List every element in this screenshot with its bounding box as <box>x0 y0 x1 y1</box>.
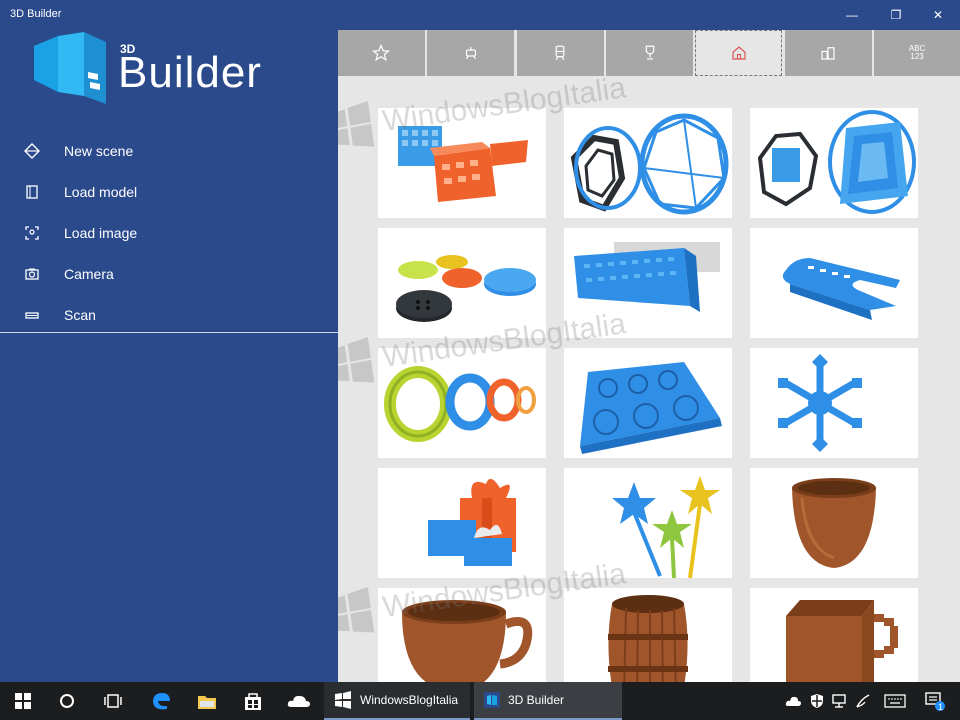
menu-scan[interactable]: Scan <box>0 294 338 335</box>
model-tile-gift-boxes[interactable] <box>378 468 546 578</box>
star-icon <box>372 44 391 62</box>
onedrive-button[interactable] <box>276 682 322 720</box>
maximize-icon: ❐ <box>890 8 902 22</box>
logo-word: Builder <box>118 48 262 97</box>
minimize-icon: — <box>846 8 858 22</box>
windows-start-icon <box>15 693 31 709</box>
camera-icon <box>22 264 42 284</box>
menu-label: Scan <box>64 306 96 323</box>
model-tile-bangles[interactable] <box>378 348 546 458</box>
tray-onedrive[interactable] <box>782 682 804 720</box>
model-tile-barrel-mug[interactable] <box>564 588 732 682</box>
task-view-icon <box>104 694 122 708</box>
scan-icon <box>22 305 42 325</box>
model-tile-phone-stand[interactable] <box>564 228 732 338</box>
tab-vehicles[interactable] <box>516 30 604 76</box>
tray-pen[interactable] <box>852 682 874 720</box>
robot-icon <box>465 47 476 60</box>
tab-characters[interactable] <box>427 30 515 76</box>
folder-icon <box>198 696 216 709</box>
title-bar: 3D Builder — ❐ ✕ <box>0 0 960 30</box>
sidebar: 3D Builder New scene Load model Load ima… <box>0 30 338 682</box>
cloud-icon <box>287 695 310 707</box>
model-tile-wire-ring-blue[interactable] <box>750 108 918 218</box>
home-icon <box>732 46 746 60</box>
menu-label: Load image <box>64 224 138 241</box>
tray-network[interactable] <box>828 682 850 720</box>
store-icon <box>245 693 261 710</box>
cloud-icon <box>785 696 801 706</box>
logo-mark-icon <box>34 32 106 104</box>
model-tile-mug[interactable] <box>378 588 546 682</box>
menu-label: New scene <box>64 142 134 159</box>
model-tile-snowflake[interactable] <box>750 348 918 458</box>
taskbar: WindowsBlogItalia 3D Builder 1 <box>0 682 960 720</box>
keyboard-icon <box>884 694 906 708</box>
windows-logo-icon <box>338 101 375 147</box>
menu-load-model[interactable]: Load model <box>0 171 338 212</box>
minimize-button[interactable]: — <box>830 0 874 30</box>
start-button[interactable] <box>0 682 46 720</box>
menu-label: Load model <box>64 183 138 200</box>
model-tile-emoji-mold[interactable] <box>564 348 732 458</box>
text-icon: ABC 123 <box>909 45 925 61</box>
taskbar-app-windowsblogitalia[interactable]: WindowsBlogItalia <box>324 682 470 720</box>
train-icon <box>555 45 565 61</box>
load-model-icon <box>22 182 42 202</box>
tab-text[interactable]: ABC 123 <box>874 30 960 76</box>
main-menu: New scene Load model Load image Camera S… <box>0 130 338 335</box>
menu-divider <box>0 332 338 333</box>
app-logo: 3D Builder <box>34 32 274 106</box>
buildings-icon <box>821 47 835 60</box>
cortana-icon <box>60 694 74 708</box>
menu-new-scene[interactable]: New scene <box>0 130 338 171</box>
network-icon <box>832 694 846 708</box>
model-tile-baskets[interactable] <box>378 108 546 218</box>
file-explorer-button[interactable] <box>184 682 230 720</box>
edge-icon <box>153 693 170 710</box>
model-tile-buttons[interactable] <box>378 228 546 338</box>
tray-defender[interactable] <box>806 682 828 720</box>
new-scene-icon <box>22 141 42 161</box>
content-area: ABC 123 WindowsBlogItalia WindowsBlogIta… <box>338 30 960 682</box>
taskbar-app-3d-builder[interactable]: 3D Builder <box>474 682 622 720</box>
model-tile-wire-ring-dark[interactable] <box>564 108 732 218</box>
text-icon-line2: 123 <box>910 52 924 61</box>
cortana-button[interactable] <box>44 682 90 720</box>
maximize-button[interactable]: ❐ <box>874 0 918 30</box>
tray-action-center[interactable]: 1 <box>920 682 950 720</box>
notification-count: 1 <box>938 702 944 712</box>
taskbar-app-label: WindowsBlogItalia <box>360 693 459 707</box>
window-title: 3D Builder <box>10 8 62 20</box>
3d-builder-app-icon <box>484 692 500 708</box>
menu-load-image[interactable]: Load image <box>0 212 338 253</box>
windows-logo-icon <box>338 337 375 383</box>
pen-icon <box>856 694 870 708</box>
load-image-icon <box>22 223 42 243</box>
windows-logo-icon <box>338 587 375 633</box>
windows-logo-icon <box>335 691 351 709</box>
tab-favorites[interactable] <box>338 30 425 76</box>
close-icon: ✕ <box>932 8 944 22</box>
taskbar-app-label: 3D Builder <box>508 693 565 707</box>
task-view-button[interactable] <box>90 682 136 720</box>
tab-home[interactable] <box>695 30 783 76</box>
category-tabs: ABC 123 <box>338 30 960 76</box>
model-tile-pixel-mug[interactable] <box>750 588 918 682</box>
edge-button[interactable] <box>138 682 184 720</box>
model-tile-star-wands[interactable] <box>564 468 732 578</box>
tab-awards[interactable] <box>606 30 693 76</box>
shield-icon <box>811 694 823 708</box>
model-tile-wooden-cup[interactable] <box>750 468 918 578</box>
menu-label: Camera <box>64 265 114 282</box>
menu-camera[interactable]: Camera <box>0 253 338 294</box>
tray-keyboard[interactable] <box>880 682 910 720</box>
store-button[interactable] <box>230 682 276 720</box>
tab-buildings[interactable] <box>784 30 872 76</box>
close-button[interactable]: ✕ <box>916 0 960 30</box>
trophy-icon <box>645 45 654 60</box>
model-tile-money-clip[interactable] <box>750 228 918 338</box>
